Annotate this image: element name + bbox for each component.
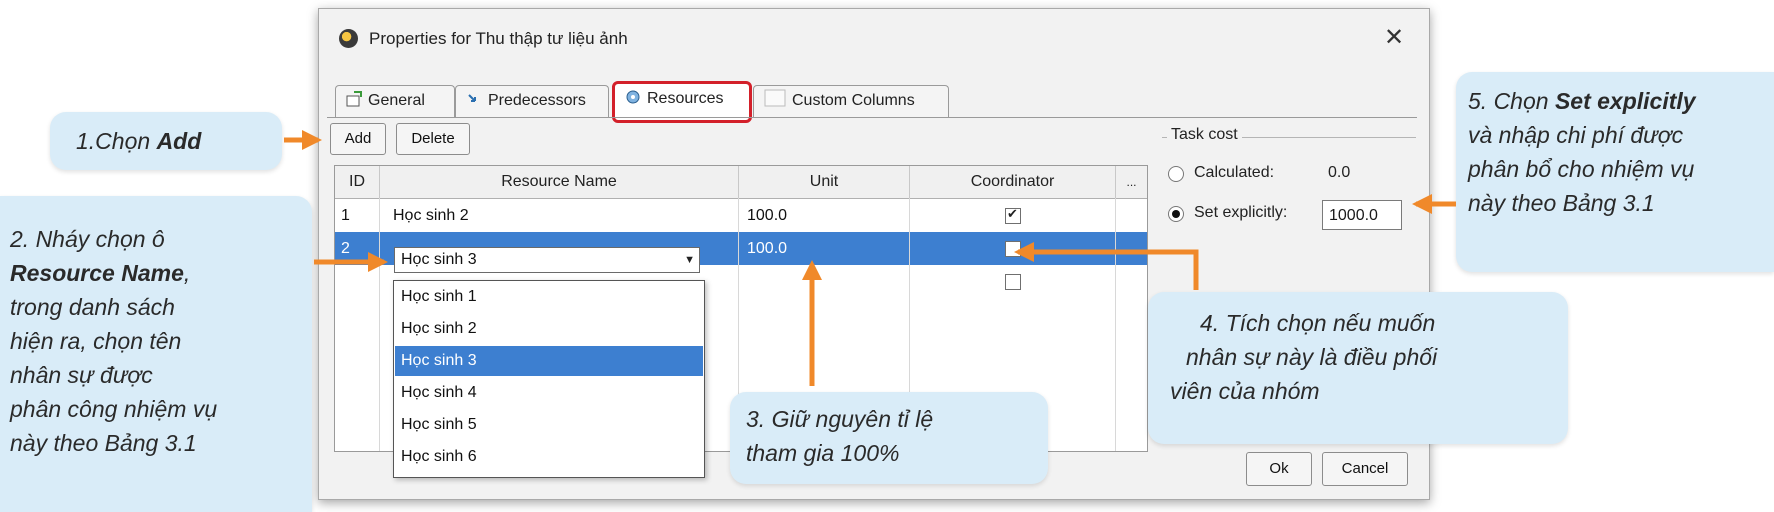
arrow-4 <box>1014 242 1199 290</box>
annotation-arrows <box>284 130 1456 386</box>
